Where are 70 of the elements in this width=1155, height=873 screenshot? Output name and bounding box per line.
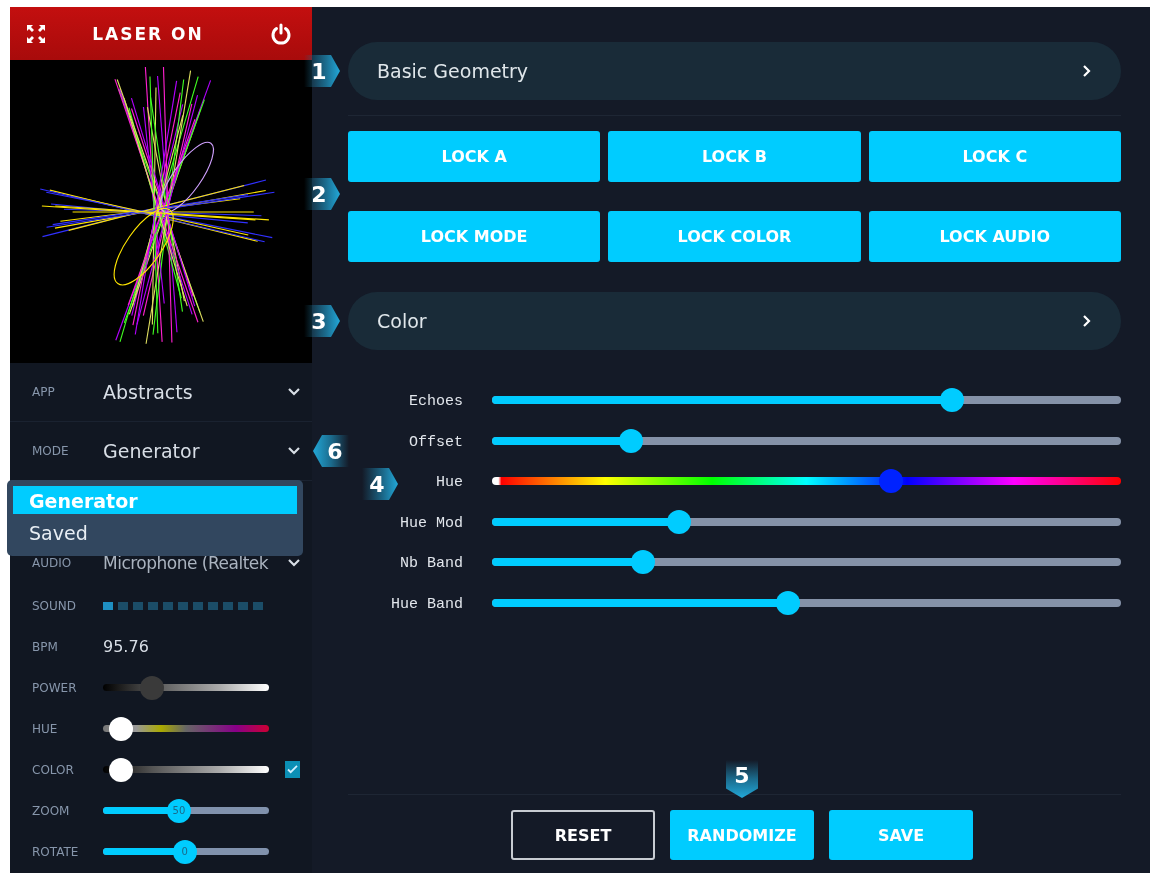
setting-label: SOUND bbox=[32, 598, 78, 613]
slider-thumb[interactable] bbox=[619, 428, 644, 453]
slider-thumb[interactable] bbox=[139, 675, 164, 700]
chevron-down-icon[interactable] bbox=[288, 388, 300, 396]
setting-label: COLOR bbox=[32, 762, 75, 777]
slider-label: Echoes bbox=[409, 393, 463, 411]
action-button[interactable]: SAVE bbox=[829, 810, 973, 860]
slider-thumb[interactable] bbox=[631, 550, 656, 575]
slider[interactable]: 50 bbox=[103, 798, 269, 823]
slider-thumb[interactable] bbox=[776, 590, 801, 615]
slider[interactable] bbox=[492, 388, 1121, 413]
lock-button[interactable]: LOCK MODE bbox=[348, 211, 601, 262]
slider-label: Offset bbox=[409, 433, 463, 451]
setting-label: HUE bbox=[32, 721, 59, 736]
slider-thumb[interactable]: 0 bbox=[172, 839, 197, 864]
chevron-down-icon[interactable] bbox=[288, 447, 300, 455]
chevron-right-icon bbox=[1083, 315, 1091, 327]
slider[interactable]: 0 bbox=[103, 839, 269, 864]
chevron-down-icon[interactable] bbox=[288, 559, 300, 567]
setting-label: BPM bbox=[32, 639, 59, 654]
power-icon[interactable] bbox=[270, 22, 292, 45]
slider-label: Hue Mod bbox=[400, 514, 463, 532]
lock-button[interactable]: LOCK A bbox=[348, 131, 601, 182]
laser-status-title: LASER ON bbox=[92, 23, 204, 44]
setting-label: MODE bbox=[32, 444, 70, 458]
slider-thumb[interactable] bbox=[108, 716, 133, 741]
setting-label: AUDIO bbox=[32, 556, 73, 570]
slider-thumb[interactable] bbox=[667, 509, 692, 534]
step-marker: 2 bbox=[304, 178, 340, 210]
checkmark-icon bbox=[287, 765, 298, 774]
step-marker: 3 bbox=[304, 305, 340, 337]
step-marker: 5 bbox=[726, 760, 758, 798]
checkbox[interactable] bbox=[285, 761, 300, 778]
step-marker: 1 bbox=[304, 55, 340, 87]
select-value[interactable]: Abstracts bbox=[103, 381, 288, 403]
setting-label: ZOOM bbox=[32, 803, 71, 818]
setting-label: POWER bbox=[32, 680, 78, 695]
slider[interactable] bbox=[492, 509, 1121, 534]
fullscreen-icon[interactable] bbox=[26, 23, 46, 44]
lock-button[interactable]: LOCK C bbox=[868, 131, 1121, 182]
chevron-right-icon bbox=[1083, 65, 1091, 77]
action-button[interactable]: RANDOMIZE bbox=[670, 810, 814, 860]
slider-label: Nb Band bbox=[400, 555, 463, 573]
slider[interactable] bbox=[492, 428, 1121, 453]
dropdown-option[interactable]: Saved bbox=[13, 518, 297, 546]
setting-label: APP bbox=[32, 385, 56, 399]
select-value[interactable]: Generator bbox=[103, 440, 288, 462]
setting-label: ROTATE bbox=[32, 844, 80, 859]
lock-button[interactable]: LOCK AUDIO bbox=[868, 211, 1121, 262]
slider-thumb[interactable] bbox=[879, 469, 904, 494]
lock-button[interactable]: LOCK B bbox=[608, 131, 861, 182]
slider[interactable] bbox=[103, 757, 269, 782]
dropdown-option[interactable]: Generator bbox=[13, 486, 297, 514]
slider-thumb[interactable] bbox=[939, 388, 964, 413]
lock-button[interactable]: LOCK COLOR bbox=[608, 211, 861, 262]
slider[interactable] bbox=[103, 675, 269, 700]
accordion-header[interactable]: Color bbox=[348, 292, 1121, 350]
accordion-header[interactable]: Basic Geometry bbox=[348, 42, 1121, 100]
slider-label: Hue Band bbox=[391, 595, 463, 613]
select-value[interactable]: Microphone (Realtek bbox=[103, 553, 288, 573]
slider[interactable] bbox=[492, 550, 1121, 575]
slider-thumb[interactable]: 50 bbox=[166, 798, 191, 823]
slider[interactable] bbox=[492, 469, 1121, 494]
step-marker: 4 bbox=[362, 468, 398, 500]
slider-thumb[interactable] bbox=[108, 757, 133, 782]
bpm-value: 95.76 bbox=[103, 637, 150, 656]
slider[interactable] bbox=[492, 590, 1121, 615]
action-button[interactable]: RESET bbox=[511, 810, 655, 860]
slider-label: Hue bbox=[436, 474, 463, 492]
slider[interactable] bbox=[103, 716, 269, 741]
